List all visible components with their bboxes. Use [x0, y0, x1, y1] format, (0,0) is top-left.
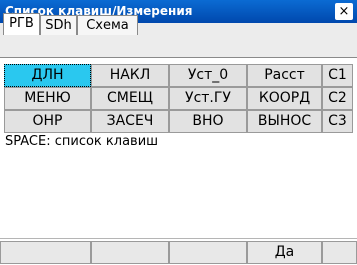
softkey-2[interactable]: [91, 241, 169, 264]
key-ust0[interactable]: Уст_0: [169, 64, 247, 87]
tab-panel-rgv: ДЛН НАКЛ Уст_0 Расст C1 МЕНЮ СМЕЩ Уст.ГУ…: [0, 58, 357, 265]
softkey-5[interactable]: [322, 241, 357, 264]
tab-rgv[interactable]: РГВ: [3, 13, 40, 35]
softkey-yes-button[interactable]: Да: [247, 241, 322, 264]
key-ustgu[interactable]: Уст.ГУ: [169, 87, 247, 110]
key-nakl[interactable]: НАКЛ: [91, 64, 169, 87]
app-window: Список клавиш/Измерения × РГВ SDh Схема …: [0, 0, 357, 265]
key-onr[interactable]: ОНР: [4, 110, 91, 133]
key-menu[interactable]: МЕНЮ: [4, 87, 91, 110]
key-c2[interactable]: C2: [322, 87, 353, 110]
close-button[interactable]: ×: [335, 3, 353, 20]
key-koord[interactable]: КООРД: [247, 87, 322, 110]
tab-sdh[interactable]: SDh: [40, 15, 77, 35]
key-vno[interactable]: ВНО: [169, 110, 247, 133]
key-smesch[interactable]: СМЕЩ: [91, 87, 169, 110]
key-zasech[interactable]: ЗАСЕЧ: [91, 110, 169, 133]
softkey-1[interactable]: [0, 241, 91, 264]
softkey-3[interactable]: [169, 241, 247, 264]
tab-schema[interactable]: Схема: [77, 15, 138, 35]
key-rasst[interactable]: Расст: [247, 64, 322, 87]
hint-text: SPACE: список клавиш: [5, 134, 159, 149]
key-dln[interactable]: ДЛН: [4, 64, 91, 87]
key-vynos[interactable]: ВЫНОС: [247, 110, 322, 133]
key-c1[interactable]: C1: [322, 64, 353, 87]
key-c3[interactable]: C3: [322, 110, 353, 133]
softkey-divider: [0, 238, 357, 239]
